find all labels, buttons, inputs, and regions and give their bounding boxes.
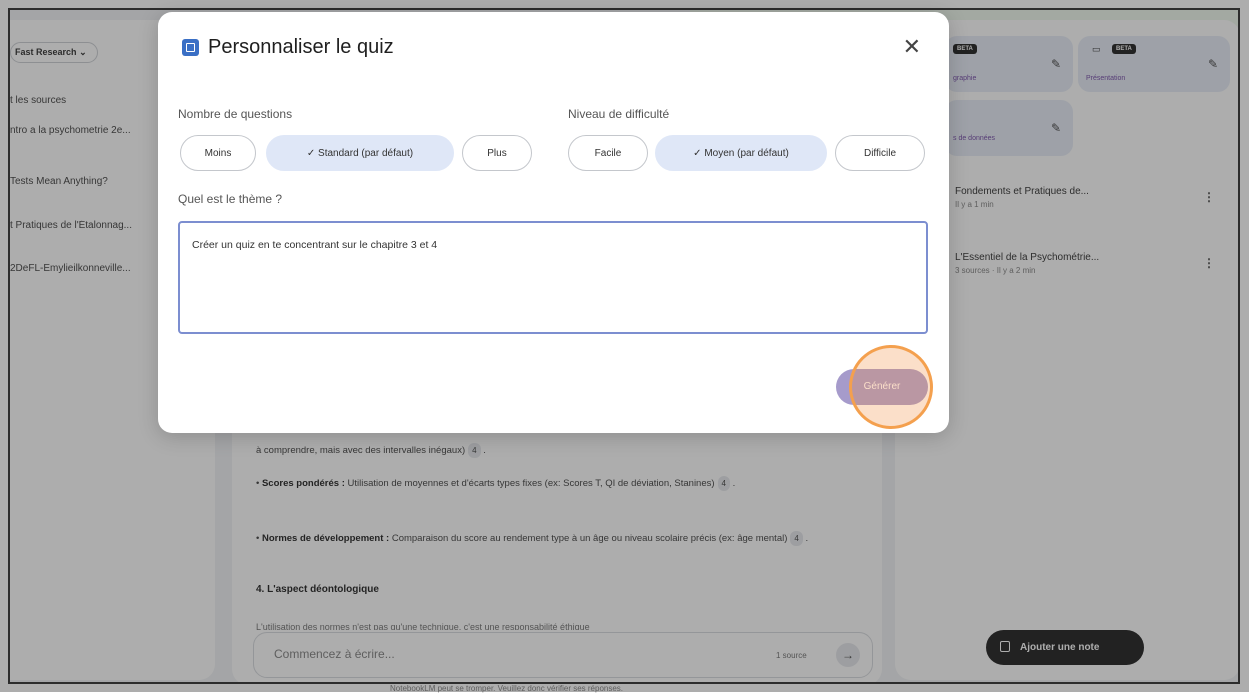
theme-textarea[interactable]: Créer un quiz en te concentrant sur le c…: [178, 221, 928, 334]
difficulty-label: Niveau de difficulté: [568, 107, 670, 121]
option-more[interactable]: Plus: [462, 135, 532, 171]
theme-label: Quel est le thème ?: [178, 192, 283, 206]
quiz-icon: [182, 39, 199, 56]
option-hard[interactable]: Difficile: [835, 135, 925, 171]
customize-quiz-dialog: Personnaliser le quiz ✕ Nombre de questi…: [158, 12, 949, 433]
option-easy[interactable]: Facile: [568, 135, 648, 171]
close-icon[interactable]: ✕: [903, 36, 921, 58]
dialog-title: Personnaliser le quiz: [208, 36, 394, 58]
option-standard[interactable]: ✓ Standard (par défaut): [266, 135, 454, 171]
option-medium[interactable]: ✓ Moyen (par défaut): [655, 135, 827, 171]
question-count-label: Nombre de questions: [178, 107, 293, 121]
option-fewer[interactable]: Moins: [180, 135, 256, 171]
click-highlight-ring: [849, 345, 933, 429]
